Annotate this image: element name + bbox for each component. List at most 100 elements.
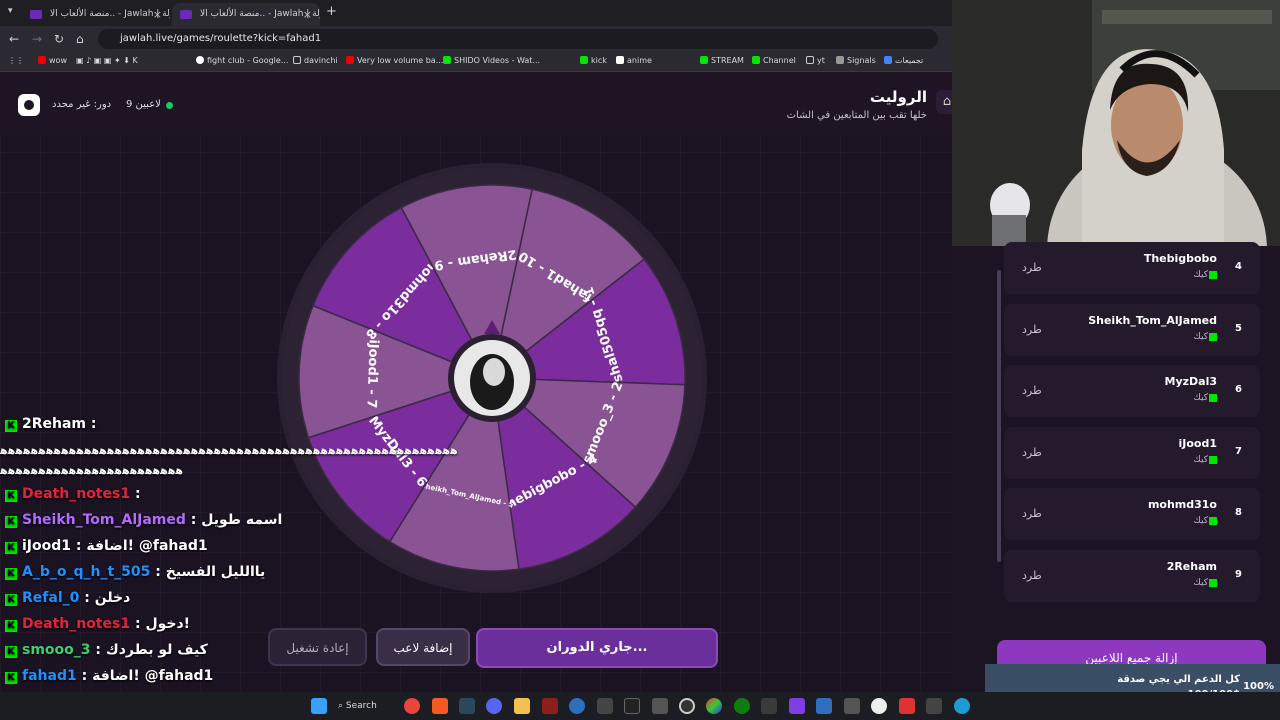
- roulette-wheel[interactable]: fahad1 - 10mshal505qq - 1smooo_3 - 2Theb…: [257, 95, 727, 605]
- player-platform: كيك: [1193, 577, 1208, 588]
- browser-tab-2[interactable]: منصة الألعاب الا.. - Jawlah | جولة ×: [172, 3, 320, 26]
- reset-button[interactable]: إعادة تشغيل: [268, 628, 367, 666]
- kick-badge-icon: K: [5, 594, 17, 606]
- bookmark-anime[interactable]: anime: [616, 56, 652, 65]
- obs-icon[interactable]: [679, 698, 695, 714]
- edge-icon[interactable]: [954, 698, 970, 714]
- kick-player-button[interactable]: طرد: [1022, 569, 1042, 582]
- bookmark-davinchi[interactable]: davinchi: [293, 56, 338, 65]
- steam-icon[interactable]: [459, 698, 475, 714]
- back-icon[interactable]: ←: [9, 32, 19, 46]
- chat-username[interactable]: iJood1: [22, 538, 71, 554]
- app-icon[interactable]: [569, 698, 585, 714]
- players-scrollbar[interactable]: [997, 270, 1001, 562]
- kick-badge-icon: K: [5, 490, 17, 502]
- chat-username[interactable]: Death_notes1: [22, 486, 130, 502]
- kick-player-button[interactable]: طرد: [1022, 446, 1042, 459]
- chat-message-text: : اضافة! @fahad1: [81, 668, 214, 684]
- bookmark-yt[interactable]: yt: [806, 56, 825, 65]
- app-icon[interactable]: [844, 698, 860, 714]
- bookmark-channel[interactable]: Channel: [752, 56, 796, 65]
- player-row: 9 2Reham كيك طرد: [1004, 549, 1260, 602]
- tab-list-icon[interactable]: ▾: [8, 6, 13, 16]
- player-platform: كيك: [1193, 516, 1208, 526]
- chat-username[interactable]: Death_notes1: [22, 616, 130, 632]
- new-tab-icon[interactable]: +: [326, 4, 337, 19]
- chat-message: K 2Reham :: [0, 416, 97, 440]
- chat-message-text: : كيف لو بطردك: [95, 642, 208, 658]
- url-text: jawlah.live/games/roulette?kick=fahad1: [120, 33, 322, 44]
- chrome-icon[interactable]: [404, 698, 420, 714]
- xbox-icon[interactable]: [734, 698, 750, 714]
- kick-badge-icon: [1209, 271, 1217, 279]
- app-icon[interactable]: [899, 698, 915, 714]
- app-icon[interactable]: [789, 698, 805, 714]
- chat-username[interactable]: Refal_0: [22, 590, 79, 606]
- app-icon[interactable]: [652, 698, 668, 714]
- chat-username[interactable]: Sheikh_Tom_AlJamed: [22, 512, 186, 528]
- bookmark-fight-club[interactable]: fight club - Google...: [196, 56, 288, 65]
- search-icon: ⌕: [338, 701, 346, 711]
- anime-icon: [616, 56, 624, 64]
- app-icon[interactable]: [816, 698, 832, 714]
- davinci-icon[interactable]: [706, 698, 722, 714]
- player-name: Sheikh_Tom_AlJamed: [1088, 313, 1217, 327]
- folder-icon[interactable]: [514, 698, 530, 714]
- player-row: 5 Sheikh_Tom_AlJamed كيك طرد: [1004, 303, 1260, 356]
- youtube-icon: [346, 56, 354, 64]
- kick-badge-icon: [1209, 332, 1217, 341]
- app-icon[interactable]: [871, 698, 887, 714]
- bookmark-collections[interactable]: تجميعات: [884, 56, 923, 65]
- bookmark-kick[interactable]: kick: [580, 56, 607, 65]
- player-number: 5: [1235, 322, 1242, 334]
- terminal-icon[interactable]: [624, 698, 640, 714]
- bookmark-icon-row[interactable]: ▣ ♪ ▣ ▣ ✦ ⬇ K: [76, 56, 138, 65]
- reload-icon[interactable]: ↻: [54, 32, 64, 46]
- chat-username[interactable]: 2Reham: [22, 416, 86, 432]
- close-icon[interactable]: ×: [303, 8, 312, 21]
- home-icon[interactable]: ⌂: [76, 32, 84, 46]
- chat-message: KiJood1 : اضافة! @fahad1: [0, 538, 208, 562]
- app-icon[interactable]: [597, 698, 613, 714]
- player-number: 7: [1235, 445, 1242, 457]
- bookmark-stream[interactable]: STREAM: [700, 56, 744, 65]
- url-input[interactable]: jawlah.live/games/roulette?kick=fahad1: [98, 29, 938, 49]
- kick-player-button[interactable]: طرد: [1022, 323, 1042, 336]
- bookmark-wow[interactable]: wow: [38, 56, 67, 65]
- windows-start-icon[interactable]: [311, 698, 327, 714]
- chat-message: Ksmooo_3 : كيف لو بطردك: [0, 642, 208, 666]
- chat-message: Kfahad1 : اضافة! @fahad1: [0, 668, 213, 692]
- apps-icon[interactable]: ⋮⋮: [8, 56, 24, 65]
- kick-player-button[interactable]: طرد: [1022, 261, 1042, 274]
- folder-icon: [293, 56, 301, 64]
- brave-icon[interactable]: [432, 698, 448, 714]
- chat-message-text: : اسمه طويل: [190, 512, 283, 528]
- chat-username[interactable]: fahad1: [22, 668, 77, 684]
- chat-message: ﻫﻫﻫﻫﻫﻫﻫﻫﻫﻫﻫﻫﻫﻫﻫﻫﻫﻫﻫﻫﻫﻫﻫﻫ: [0, 464, 183, 488]
- bookmark-shido[interactable]: SHIDO Videos - Wat...: [443, 56, 540, 65]
- chat-username[interactable]: A_b_o_q_h_t_505: [22, 564, 150, 580]
- bookmark-signals[interactable]: Signals: [836, 56, 876, 65]
- kick-player-button[interactable]: طرد: [1022, 384, 1042, 397]
- kick-badge-icon: [1209, 517, 1217, 525]
- online-status-icon: [166, 102, 173, 109]
- jawlah-logo[interactable]: [18, 94, 40, 116]
- spin-button[interactable]: جاري الدوران...: [476, 628, 718, 668]
- taskbar-search-button[interactable]: ⌕ Search: [338, 697, 390, 715]
- player-platform: كيك: [1193, 270, 1208, 280]
- close-icon[interactable]: ×: [153, 8, 162, 21]
- bookmark-very-low-volume[interactable]: Very low volume ba...: [346, 56, 443, 65]
- app-icon[interactable]: [542, 698, 558, 714]
- kick-player-button[interactable]: طرد: [1022, 507, 1042, 520]
- forward-icon[interactable]: →: [32, 32, 42, 46]
- app-icon[interactable]: [761, 698, 777, 714]
- jawlah-favicon-icon: [30, 10, 42, 19]
- app-icon[interactable]: [926, 698, 942, 714]
- add-player-button[interactable]: إضافة لاعب: [376, 628, 470, 666]
- player-name: mohmd31o: [1147, 498, 1217, 511]
- chat-message-text: : دخول!: [134, 616, 191, 632]
- discord-icon[interactable]: [486, 698, 502, 714]
- browser-tab-1[interactable]: منصة الألعاب الا.. - Jawlah | جولة ×: [22, 3, 170, 26]
- player-name: Thebigbobo: [1143, 252, 1217, 265]
- chat-username[interactable]: smooo_3: [22, 642, 91, 658]
